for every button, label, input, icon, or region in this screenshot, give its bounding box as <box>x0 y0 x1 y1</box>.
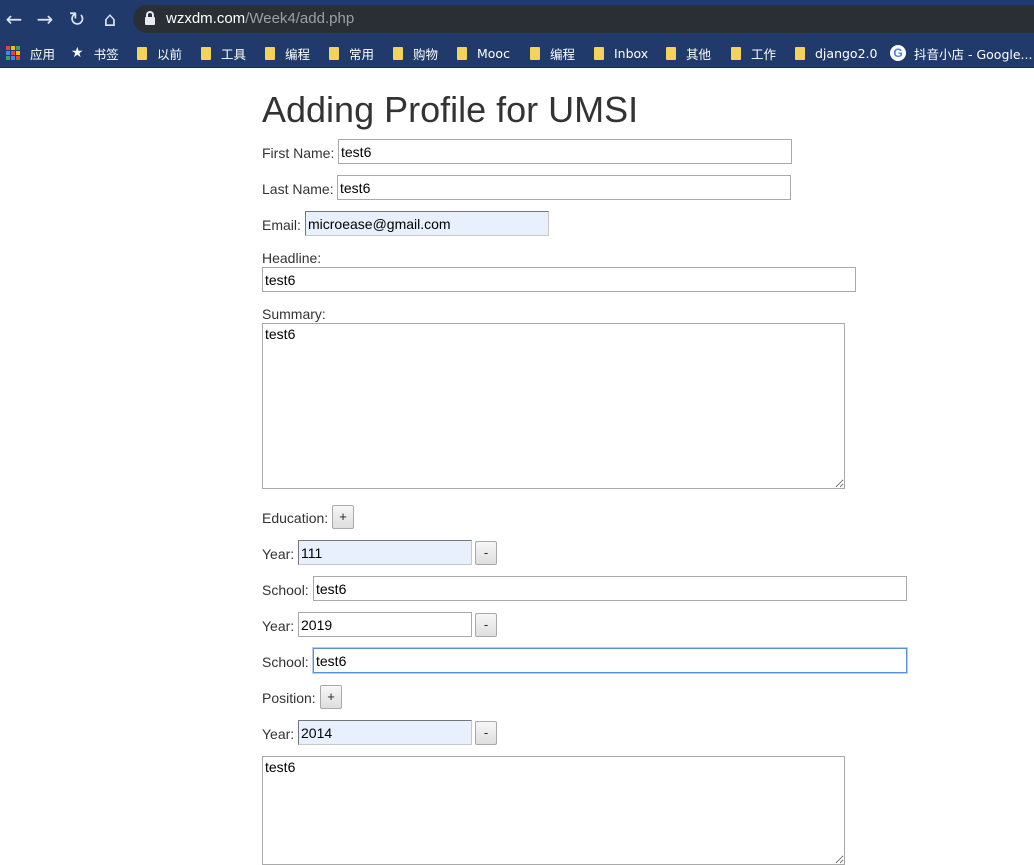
bookmark-bookmarks[interactable]: ★ 书签 <box>71 43 119 63</box>
position-year-input[interactable] <box>298 720 472 745</box>
bookmark-folder[interactable]: Inbox <box>594 43 648 63</box>
position-label: Position: <box>262 690 316 706</box>
education-school-input[interactable] <box>313 648 907 673</box>
bookmark-folder[interactable]: 购物 <box>393 43 438 63</box>
headline-label: Headline: <box>262 250 322 266</box>
education-label: Education: <box>262 510 329 526</box>
back-arrow-icon[interactable]: ← <box>2 7 26 31</box>
url-path: /Week4/add.php <box>245 10 355 27</box>
education-school-label: School: <box>262 582 309 598</box>
folder-icon <box>795 46 805 60</box>
folder-icon <box>457 46 467 60</box>
bookmark-folder[interactable]: 常用 <box>329 43 374 63</box>
folder-icon <box>265 46 275 60</box>
profile-form: Adding Profile for UMSI First Name: Last… <box>262 70 1034 865</box>
folder-icon <box>329 46 339 60</box>
bookmark-label: django2.0 <box>815 45 878 61</box>
bookmark-label: 书签 <box>93 46 119 62</box>
folder-icon <box>666 46 676 60</box>
bookmark-label: 工具 <box>221 46 247 62</box>
summary-textarea[interactable]: test6 <box>262 323 845 489</box>
add-education-button[interactable]: + <box>332 505 354 529</box>
bookmark-folder[interactable]: 编程 <box>265 43 310 63</box>
summary-label: Summary: <box>262 306 326 322</box>
folder-icon <box>731 46 741 60</box>
bookmark-label: 应用 <box>30 46 56 62</box>
first-name-label: First Name: <box>262 145 335 161</box>
education-year-label: Year: <box>262 618 295 634</box>
bookmark-label: Inbox <box>614 45 649 61</box>
lock-icon <box>145 11 155 25</box>
folder-icon <box>137 46 147 60</box>
education-year-input[interactable] <box>298 612 472 637</box>
bookmark-folder[interactable]: Mooc <box>457 43 510 63</box>
apps-grid-icon <box>6 46 20 60</box>
address-bar[interactable]: wzxdm.com/Week4/add.php <box>133 5 1034 33</box>
browser-toolbar: ← → ↻ ⌂ wzxdm.com/Week4/add.php <box>0 0 1034 38</box>
remove-education-button[interactable]: - <box>475 613 497 637</box>
bookmark-label: 抖音小店 - Google... <box>914 46 1033 62</box>
position-description-textarea[interactable]: test6 <box>262 756 845 865</box>
folder-icon <box>201 46 211 60</box>
bookmark-label: 工作 <box>751 46 777 62</box>
bookmark-label: 编程 <box>550 46 576 62</box>
education-school-label: School: <box>262 654 309 670</box>
page-title: Adding Profile for UMSI <box>262 89 639 130</box>
first-name-input[interactable] <box>338 139 792 164</box>
last-name-label: Last Name: <box>262 181 334 197</box>
bookmark-label: 编程 <box>285 46 311 62</box>
email-label: Email: <box>262 217 301 233</box>
bookmarks-bar: 应用 ★ 书签 以前 工具 编程 常用 购物 Mooc 编程 Inbox 其他 … <box>0 38 1034 68</box>
bookmark-label: 常用 <box>349 46 375 62</box>
bookmark-apps[interactable]: 应用 <box>6 43 55 63</box>
email-input[interactable] <box>305 211 549 236</box>
add-position-button[interactable]: + <box>320 685 342 709</box>
reload-icon[interactable]: ↻ <box>65 7 89 31</box>
remove-education-button[interactable]: - <box>475 541 497 565</box>
bookmark-folder[interactable]: 其他 <box>666 43 711 63</box>
remove-position-button[interactable]: - <box>475 721 497 745</box>
bookmark-folder[interactable]: 工具 <box>201 43 246 63</box>
google-icon: G <box>890 45 906 61</box>
bookmark-folder[interactable]: 工作 <box>731 43 776 63</box>
bookmark-label: 其他 <box>686 46 712 62</box>
education-year-input[interactable] <box>298 540 472 565</box>
bookmark-label: 购物 <box>413 46 439 62</box>
folder-icon <box>594 46 604 60</box>
home-icon[interactable]: ⌂ <box>98 7 122 31</box>
education-school-input[interactable] <box>313 576 907 601</box>
bookmark-folder[interactable]: 以前 <box>137 43 182 63</box>
url-text[interactable]: wzxdm.com/Week4/add.php <box>166 10 354 28</box>
folder-icon <box>393 46 403 60</box>
bookmark-label: 以前 <box>157 46 183 62</box>
url-host: wzxdm.com <box>166 10 246 27</box>
folder-icon <box>530 46 540 60</box>
position-year-label: Year: <box>262 726 295 742</box>
star-icon: ★ <box>71 45 84 61</box>
education-year-label: Year: <box>262 546 295 562</box>
bookmark-folder[interactable]: django2.0 <box>795 43 877 63</box>
bookmark-label: Mooc <box>477 45 510 61</box>
bookmark-google[interactable]: G 抖音小店 - Google... <box>890 43 1032 63</box>
bookmark-folder[interactable]: 编程 <box>530 43 575 63</box>
headline-input[interactable] <box>262 267 856 292</box>
last-name-input[interactable] <box>337 175 791 200</box>
forward-arrow-icon[interactable]: → <box>33 7 57 31</box>
